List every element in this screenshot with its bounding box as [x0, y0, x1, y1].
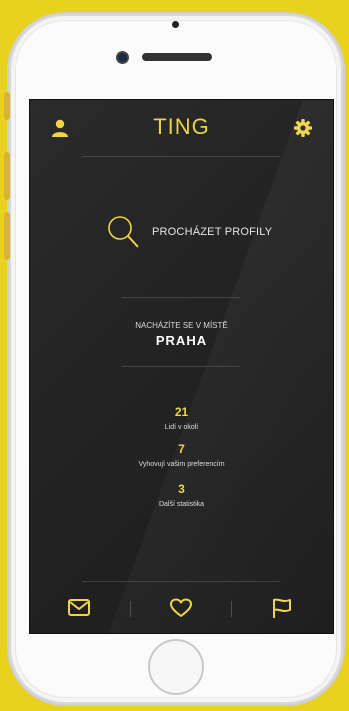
home-button[interactable]: [148, 639, 204, 695]
top-bar: TING: [30, 100, 333, 158]
earpiece-speaker: [142, 53, 212, 61]
stat-value-nearby: 21: [174, 405, 189, 419]
flag-icon[interactable]: [270, 597, 294, 619]
gear-icon[interactable]: [293, 118, 313, 138]
silent-switch: [4, 92, 10, 120]
location-caption: NACHÁZÍTE SE V MÍSTĚ: [135, 321, 228, 330]
stat-value-other: 3: [178, 482, 185, 496]
stat-label-other: Další statistika: [158, 501, 205, 508]
volume-up-button: [4, 152, 10, 200]
volume-down-button: [4, 212, 10, 260]
section-divider-top: [122, 297, 240, 298]
stat-value-preferences: 7: [178, 442, 185, 456]
location-city: PRAHA: [155, 333, 208, 348]
tab-bar: [30, 583, 333, 633]
browse-profiles-label: PROCHÁZET PROFILY: [152, 226, 273, 238]
app-screen: TING PROCHÁZET PROFILY NACHÁZÍTE SE V MÍ…: [29, 99, 334, 634]
stat-label-nearby: Lidí v okolí: [164, 424, 199, 431]
proximity-sensor: [172, 21, 179, 28]
app-logo: TING: [153, 114, 210, 139]
front-camera: [118, 53, 127, 62]
stat-label-preferences: Vyhovují vašim preferencím: [138, 461, 225, 468]
heart-icon[interactable]: [169, 597, 193, 619]
section-divider-bottom: [122, 366, 240, 367]
tabbar-divider: [82, 581, 280, 582]
tab-separator: [130, 601, 131, 617]
browse-profiles-button[interactable]: PROCHÁZET PROFILY: [104, 210, 272, 254]
header-divider: [82, 156, 280, 157]
tab-separator: [231, 601, 232, 617]
mail-icon[interactable]: [67, 597, 91, 619]
search-icon: [108, 216, 139, 248]
